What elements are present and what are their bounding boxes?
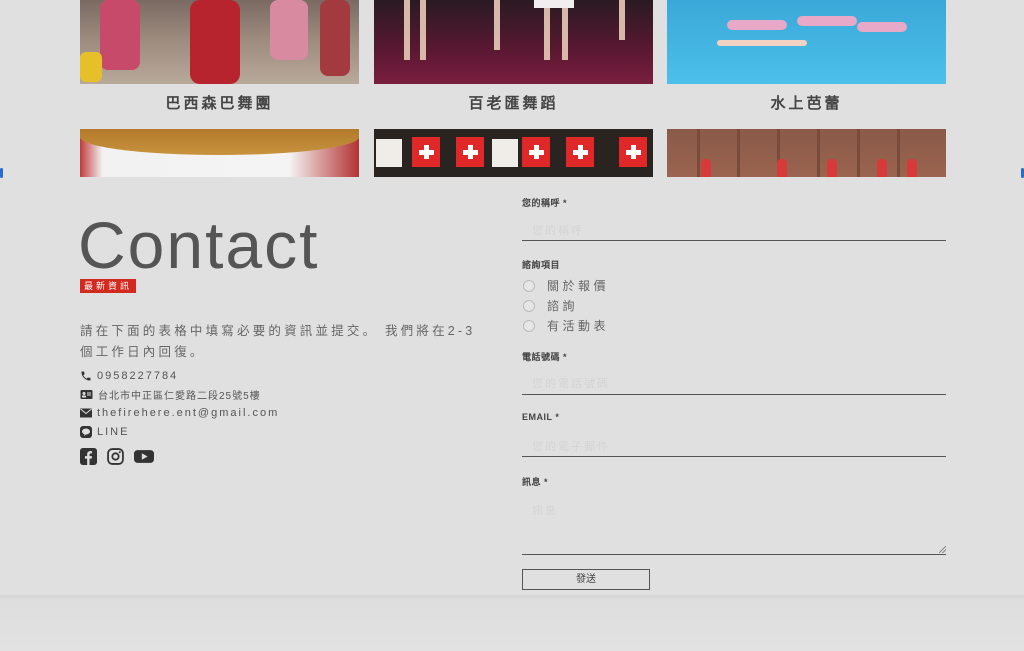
broadway-image[interactable] (374, 0, 653, 84)
inquiry-option-event[interactable]: 有活動表 (523, 317, 609, 334)
message-label: 訊息 * (522, 477, 549, 487)
address-text[interactable]: 台北市中正區仁愛路二段25號5樓 (98, 387, 261, 402)
gallery-caption[interactable]: 水上芭蕾 (667, 92, 946, 113)
line-row[interactable]: LINE (80, 426, 129, 438)
message-placeholder: 訊息 (532, 505, 558, 517)
inquiry-option-consult[interactable]: 諮詢 (523, 297, 578, 314)
inquiry-label: 諮詢項目 (522, 260, 561, 270)
flags-image[interactable] (374, 129, 653, 177)
radio-label: 有活動表 (547, 319, 610, 333)
id-card-icon (80, 389, 93, 400)
edge-marker (0, 168, 3, 178)
circus-image[interactable] (80, 129, 359, 177)
resize-handle[interactable] (939, 546, 946, 553)
phone-label: 電話號碼 * (522, 352, 568, 362)
phone-number[interactable]: 0958227784 (97, 370, 178, 382)
radio-button[interactable] (523, 299, 535, 312)
phone-row[interactable]: 0958227784 (80, 370, 178, 382)
line-icon (80, 426, 92, 438)
phone-icon (80, 370, 92, 382)
youtube-icon[interactable] (134, 448, 154, 470)
email-input[interactable]: 您的電子郵件 (532, 438, 610, 454)
gallery-caption[interactable]: 巴西森巴舞團 (80, 92, 359, 113)
email-text[interactable]: thefirehere.ent@gmail.com (97, 407, 279, 419)
phone-input[interactable]: 您的電話號碼 (532, 375, 610, 391)
message-textarea[interactable]: 訊息 (522, 492, 946, 555)
name-input[interactable]: 您的稱呼 (532, 222, 584, 238)
footer-area (0, 595, 1024, 651)
social-links (80, 448, 154, 470)
samba-image[interactable] (80, 0, 359, 84)
email-underline (522, 456, 946, 457)
radio-label: 諮詢 (547, 299, 579, 313)
gallery-caption[interactable]: 百老匯舞蹈 (374, 92, 653, 113)
gallery-item-broadway[interactable]: 百老匯舞蹈 (374, 0, 653, 177)
radio-button[interactable] (523, 319, 535, 332)
contact-title: Contact (78, 208, 320, 282)
submit-button[interactable]: 發送 (522, 569, 650, 590)
address-row[interactable]: 台北市中正區仁愛路二段25號5樓 (80, 387, 261, 402)
inquiry-option-quote[interactable]: 關於報價 (523, 277, 609, 294)
contact-intro: 請在下面的表格中填寫必要的資訊並提交。 我們將在2-3 個工作日內回復。 (80, 324, 476, 359)
facebook-icon[interactable] (80, 448, 97, 470)
gallery-item-samba[interactable]: 巴西森巴舞團 (80, 0, 359, 177)
email-label: EMAIL * (522, 412, 560, 422)
radio-button[interactable] (523, 279, 535, 292)
name-label: 您的稱呼 * (522, 198, 568, 208)
stage-image[interactable] (667, 129, 946, 177)
gallery-item-synchro-swim[interactable]: 水上芭蕾 (667, 0, 946, 177)
instagram-icon[interactable] (107, 448, 124, 470)
email-row[interactable]: thefirehere.ent@gmail.com (80, 407, 279, 419)
radio-label: 關於報價 (547, 279, 610, 293)
synchro-swim-image[interactable] (667, 0, 946, 84)
name-underline (522, 240, 946, 241)
line-text[interactable]: LINE (97, 426, 129, 438)
news-badge: 最新資訊 (80, 279, 137, 293)
phone-underline (522, 394, 946, 395)
envelope-icon (80, 408, 92, 418)
